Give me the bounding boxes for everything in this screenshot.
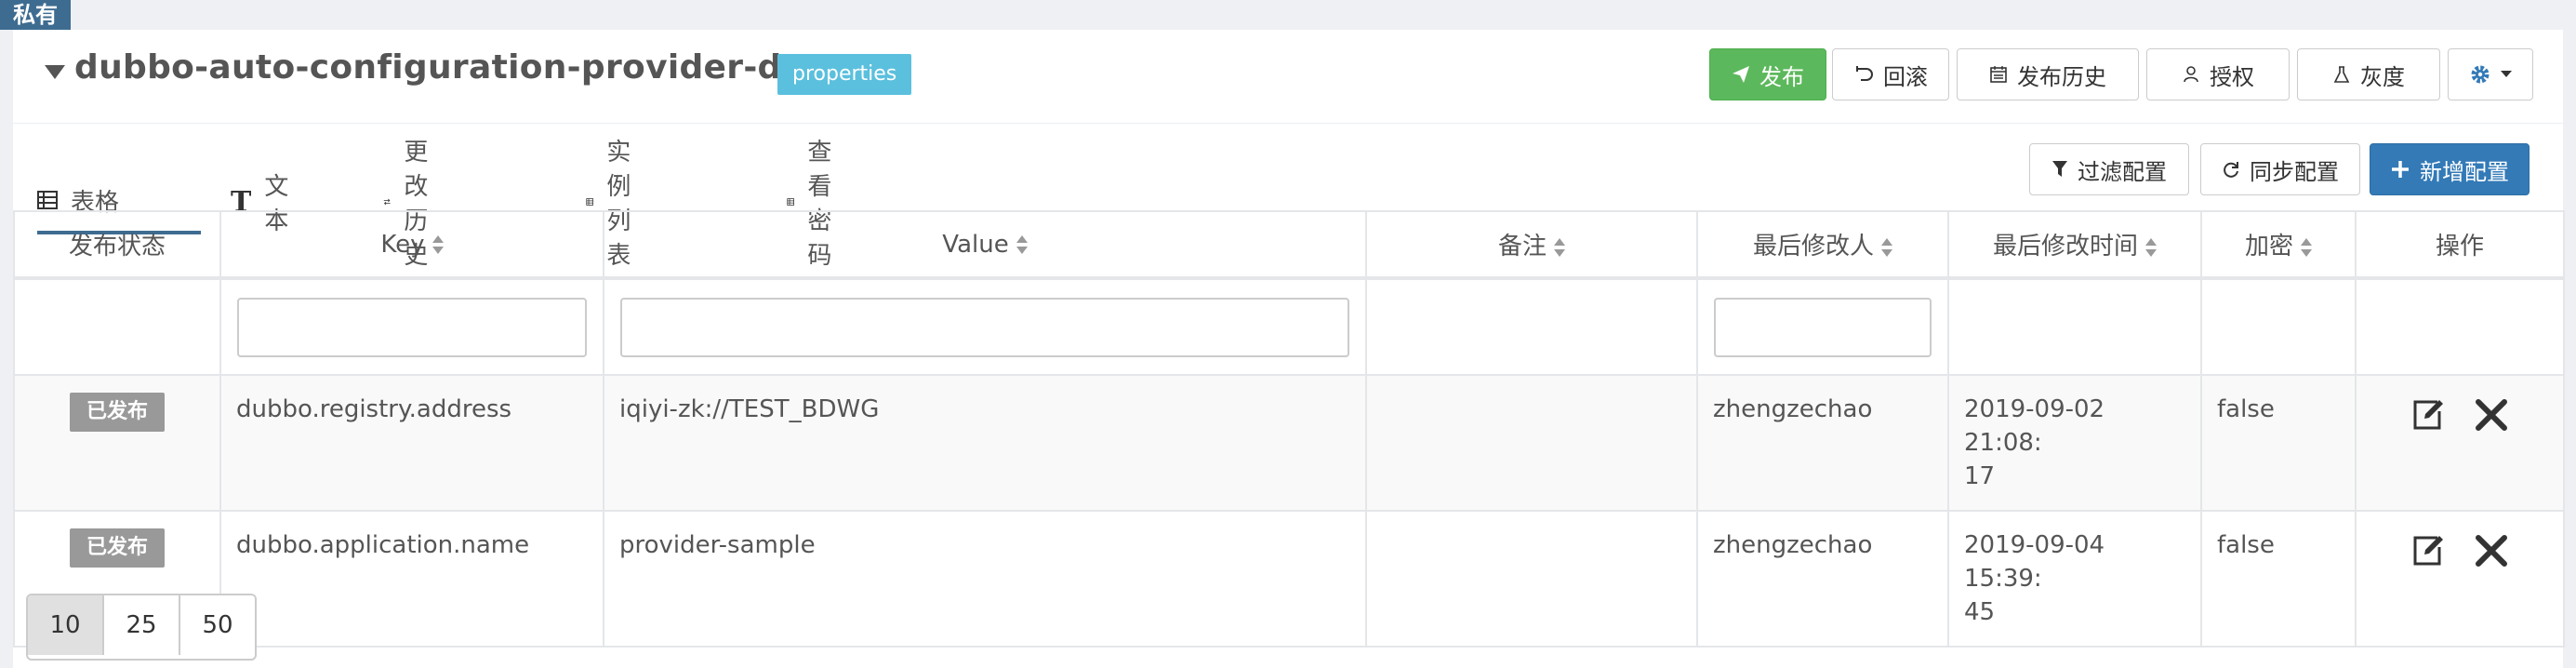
comment-cell: [1365, 510, 1698, 648]
page-size-10[interactable]: 10: [28, 595, 104, 655]
sort-icon[interactable]: [432, 235, 444, 254]
settings-dropdown-button[interactable]: [2448, 48, 2533, 100]
publish-history-button[interactable]: 发布历史: [1957, 48, 2139, 100]
refresh-icon: [2224, 162, 2238, 178]
rollback-label: 回滚: [1883, 63, 1928, 90]
status-badge: 已发布: [69, 393, 165, 432]
modified-time-cell: 2019-09-04 15:39: 45: [1947, 510, 2202, 648]
exchange-icon: [383, 198, 391, 206]
sync-config-button[interactable]: 同步配置: [2200, 143, 2360, 195]
caret-down-icon: [2501, 71, 2512, 77]
page-size-selector: 10 25 50: [26, 594, 257, 661]
config-table: 发布状态 Key Value 备注 最后修改人 最后修改时间 加密 操作 已发布…: [13, 210, 2565, 648]
flask-icon: [2333, 66, 2350, 83]
column-header-modifier[interactable]: 最后修改人: [1696, 210, 1949, 280]
key-filter-input[interactable]: [237, 297, 587, 357]
status-badge: 已发布: [69, 528, 165, 568]
filter-config-button[interactable]: 过滤配置: [2029, 143, 2189, 195]
column-header-key[interactable]: Key: [219, 210, 604, 280]
table-row: 已发布 dubbo.registry.address iqiyi-zk://TE…: [13, 374, 2565, 512]
sync-config-label: 同步配置: [2250, 158, 2339, 185]
page-size-50[interactable]: 50: [180, 595, 255, 655]
gray-release-label: 灰度: [2360, 63, 2405, 90]
delete-icon[interactable]: [2473, 532, 2510, 569]
gear-icon: [2471, 65, 2490, 84]
edit-icon[interactable]: [2410, 396, 2447, 434]
value-filter-input[interactable]: [620, 297, 1349, 357]
publish-history-label: 发布历史: [2017, 63, 2106, 90]
namespace-header: dubbo-auto-configuration-provider-demo p…: [13, 30, 2563, 124]
sort-icon[interactable]: [2145, 237, 2157, 257]
column-header-modified-time[interactable]: 最后修改时间: [1947, 210, 2202, 280]
sort-icon[interactable]: [1016, 235, 1028, 254]
add-config-label: 新增配置: [2420, 158, 2509, 185]
add-config-button[interactable]: 新增配置: [2370, 143, 2530, 195]
filter-icon: [2052, 161, 2067, 177]
private-tag: 私有: [0, 0, 71, 30]
table-row: 已发布 dubbo.application.name provider-samp…: [13, 510, 2565, 648]
filter-row: [13, 277, 2565, 376]
undo-icon: [1856, 66, 1873, 81]
column-header-encrypted[interactable]: 加密: [2200, 210, 2357, 280]
filter-config-label: 过滤配置: [2078, 158, 2167, 185]
value-cell: provider-sample: [603, 510, 1367, 648]
key-cell: dubbo.registry.address: [219, 374, 604, 512]
authorize-label: 授权: [2210, 63, 2254, 90]
sort-icon[interactable]: [1554, 237, 1565, 257]
modifier-cell: zhengzechao: [1696, 510, 1949, 648]
namespace-panel: dubbo-auto-configuration-provider-demo p…: [13, 30, 2565, 668]
delete-icon[interactable]: [2473, 396, 2510, 434]
rollback-button[interactable]: 回滚: [1832, 48, 1949, 100]
collapse-caret-icon[interactable]: [45, 65, 65, 79]
page-size-25[interactable]: 25: [104, 595, 180, 655]
column-header-comment[interactable]: 备注: [1365, 210, 1698, 280]
modified-time-cell: 2019-09-02 21:08: 17: [1947, 374, 2202, 512]
column-header-actions: 操作: [2355, 210, 2565, 280]
list-icon: [787, 198, 794, 206]
sort-icon[interactable]: [2301, 237, 2312, 257]
encrypted-cell: false: [2200, 510, 2357, 648]
list-icon: [586, 198, 593, 206]
publish-label: 发布: [1759, 63, 1804, 90]
value-cell: iqiyi-zk://TEST_BDWG: [603, 374, 1367, 512]
comment-cell: [1365, 374, 1698, 512]
edit-icon[interactable]: [2410, 532, 2447, 569]
modifier-cell: zhengzechao: [1696, 374, 1949, 512]
send-icon: [1733, 66, 1749, 83]
sort-icon[interactable]: [1881, 237, 1892, 257]
calendar-icon: [1990, 66, 2007, 83]
publish-button[interactable]: 发布: [1709, 48, 1826, 100]
namespace-title: dubbo-auto-configuration-provider-demo: [74, 48, 864, 87]
table-header-row: 发布状态 Key Value 备注 最后修改人 最后修改时间 加密 操作: [13, 210, 2565, 280]
user-icon: [2184, 66, 2198, 83]
format-badge: properties: [777, 54, 912, 95]
authorize-button[interactable]: 授权: [2146, 48, 2290, 100]
gray-release-button[interactable]: 灰度: [2297, 48, 2440, 100]
modifier-filter-input[interactable]: [1714, 297, 1932, 357]
plus-icon: [2392, 161, 2409, 178]
key-cell: dubbo.application.name: [219, 510, 604, 648]
table-icon: [37, 191, 58, 209]
encrypted-cell: false: [2200, 374, 2357, 512]
column-header-status: 发布状态: [13, 210, 221, 280]
column-header-value[interactable]: Value: [603, 210, 1367, 280]
